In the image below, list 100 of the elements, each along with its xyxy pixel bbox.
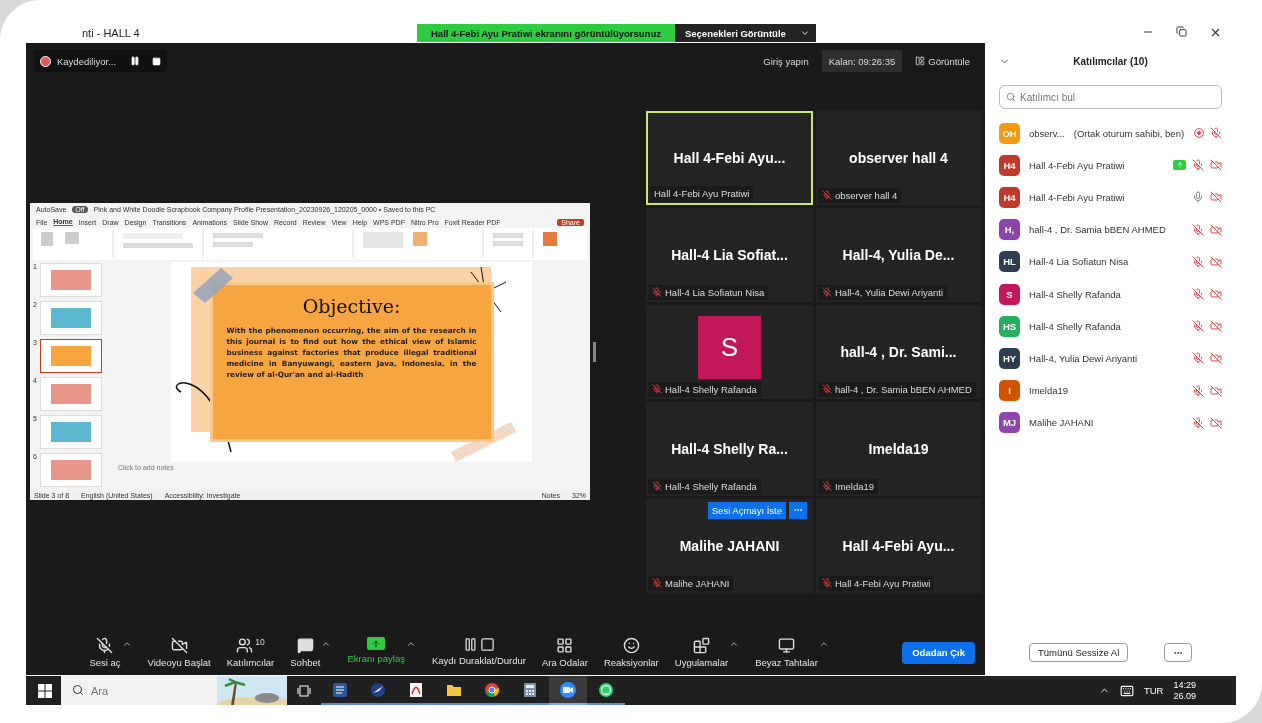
participant-name: Hall-4 Shelly Rafanda xyxy=(665,480,757,492)
chrome-icon[interactable] xyxy=(484,681,500,698)
toolbar-button[interactable]: Beyaz Tahtalar xyxy=(755,637,818,668)
keyboard-icon[interactable] xyxy=(1119,683,1134,698)
avatar: S xyxy=(999,283,1020,305)
grid-icon xyxy=(556,637,574,654)
participant-name: Malihe JAHANI xyxy=(1029,417,1094,429)
toolbar-button[interactable]: 10 Katılımcılar xyxy=(226,637,275,668)
participant-name: Imelda19 xyxy=(835,480,875,492)
participant-name: Hall 4-Febi Ayu Pratiwi xyxy=(835,577,931,589)
avatar: HS xyxy=(999,315,1020,337)
toolbar-button[interactable]: Reaksiyonlar xyxy=(603,637,659,668)
avatar: HL xyxy=(999,251,1020,273)
toolbar-button[interactable]: Sohbet xyxy=(290,637,321,668)
toolbar-button[interactable]: Ara Odalar xyxy=(541,637,588,668)
view-options-button[interactable]: Seçenekleri Görüntüle xyxy=(674,24,816,42)
leave-button[interactable]: Odadan Çık xyxy=(902,641,975,664)
participant-count: 10 xyxy=(255,637,265,647)
recording-label: Kaydediliyor... xyxy=(57,55,117,67)
video-app-icon[interactable] xyxy=(559,680,577,699)
clock: 14:29 26.09 xyxy=(1173,679,1196,702)
taskbar-search-field[interactable]: Ara xyxy=(61,676,217,705)
resize-handle[interactable] xyxy=(593,341,596,362)
toolbar-button[interactable]: Kaydı Duraklat/Durdur xyxy=(431,637,526,666)
stop-icon[interactable] xyxy=(152,56,162,66)
role-label: (Ortak oturum sahibi, ben) xyxy=(1073,127,1185,139)
caret-icon[interactable] xyxy=(405,639,416,649)
globe-app-icon[interactable] xyxy=(370,681,386,698)
smile-icon xyxy=(622,637,640,654)
panel-title: Katılımcılar (10) xyxy=(1073,55,1148,67)
avatar: H, xyxy=(999,219,1020,241)
screen-share-banner: Hall 4-Febi Ayu Pratiwi ekranını görüntülüyorsunuz xyxy=(417,24,675,42)
avatar: H4 xyxy=(999,186,1020,208)
whiteboard-icon xyxy=(777,637,795,654)
participant-name: observ... xyxy=(1029,127,1065,139)
toolbar-button[interactable]: Uygulamalar xyxy=(674,637,729,668)
toolbar-button[interactable]: Ekranı paylaş xyxy=(347,637,405,664)
tile-name: Hall 4-Febi Ayu... xyxy=(842,537,955,554)
avatar: OH xyxy=(999,122,1020,144)
participant-name: Hall-4 Shelly Rafanda xyxy=(665,383,757,395)
close-icon[interactable] xyxy=(1209,26,1222,39)
ask-unmute-button[interactable]: Sesi Açmayı İste xyxy=(707,501,786,519)
tile-name: Malihe JAHANI xyxy=(679,537,780,554)
participant-name: Hall 4-Febi Ayu Pratiwi xyxy=(1029,191,1125,203)
toolbar-button[interactable]: Sesi aç xyxy=(89,637,121,668)
avatar: H4 xyxy=(999,154,1020,176)
tile-name: Hall-4, Yulia De... xyxy=(842,246,955,263)
participant-name: Hall 4-Febi Ayu Pratiwi xyxy=(654,187,750,199)
time-remaining: Kalan: 09:26:35 xyxy=(821,50,903,72)
tile-name: Hall-4 Lia Sofiat... xyxy=(671,246,788,263)
tile-name: Hall 4-Febi Ayu... xyxy=(673,149,786,166)
input-language: TUR xyxy=(1143,685,1164,696)
caret-icon xyxy=(799,28,810,38)
tile-name: Hall-4 Shelly Ra... xyxy=(671,440,788,457)
share-screen-icon xyxy=(367,637,386,650)
participant-name: Hall-4 Lia Sofiatun Nisa xyxy=(665,286,765,298)
task-view-icon[interactable] xyxy=(297,683,311,698)
participant-name: Malihe JAHANI xyxy=(665,577,730,589)
participant-name: Hall-4 Shelly Rafanda xyxy=(1029,320,1121,332)
tile-name: observer hall 4 xyxy=(849,149,948,166)
caret-icon[interactable] xyxy=(121,639,132,649)
layout-icon xyxy=(915,56,926,66)
avatar: I xyxy=(999,380,1020,402)
caret-icon[interactable] xyxy=(321,639,332,649)
people-icon xyxy=(236,637,254,654)
restore-icon[interactable] xyxy=(1176,26,1187,37)
participant-name: Hall-4, Yulia Dewi Ariyanti xyxy=(1029,352,1138,364)
caret-icon[interactable] xyxy=(729,639,740,649)
window-title: nti - HALL 4 xyxy=(82,26,140,39)
chat-icon xyxy=(296,637,314,654)
avatar: MJ xyxy=(999,412,1020,434)
tape-drawing xyxy=(193,268,233,303)
more-button[interactable] xyxy=(789,501,807,519)
calculator-icon[interactable] xyxy=(522,681,538,698)
toolbar-button[interactable]: Videoyu Başlat xyxy=(147,637,211,668)
slide-heading: Objective: xyxy=(302,295,401,317)
mute-all-button[interactable]: Tümünü Sessize Al xyxy=(1029,643,1129,662)
apps-icon xyxy=(692,637,710,654)
participant-name: Imelda19 xyxy=(1029,385,1069,397)
document-app-icon[interactable] xyxy=(332,681,348,698)
tile-name: Imelda19 xyxy=(868,440,929,457)
windows-start-icon[interactable] xyxy=(38,683,52,698)
slide-thumbnail[interactable] xyxy=(39,339,102,373)
participant-name: Hall-4, Yulia Dewi Ariyanti xyxy=(835,286,944,298)
avatar: S xyxy=(698,316,761,379)
participant-name: Hall-4 Lia Sofiatun Nisa xyxy=(1029,256,1129,268)
participant-name: hall-4 , Dr. Samia bBEN AHMED xyxy=(835,383,972,395)
search-icon xyxy=(72,684,84,696)
pdf-app-icon[interactable] xyxy=(408,681,424,698)
pause-icon[interactable] xyxy=(130,56,141,66)
search-field[interactable]: Katılımcı bul xyxy=(999,85,1222,109)
tile-name: hall-4 , Dr. Sami... xyxy=(840,343,957,360)
chat-app-icon[interactable] xyxy=(598,681,614,698)
pause-stop-icon xyxy=(462,637,495,652)
taskbar-app[interactable] xyxy=(549,676,587,705)
avatar: HY xyxy=(999,347,1020,369)
participant-name: Hall-4 Shelly Rafanda xyxy=(1029,288,1121,300)
participant-name: Hall 4-Febi Ayu Pratiwi xyxy=(1029,159,1125,171)
caret-icon[interactable] xyxy=(818,639,829,649)
participant-name: hall-4 , Dr. Samia bBEN AHMED xyxy=(1029,224,1166,236)
